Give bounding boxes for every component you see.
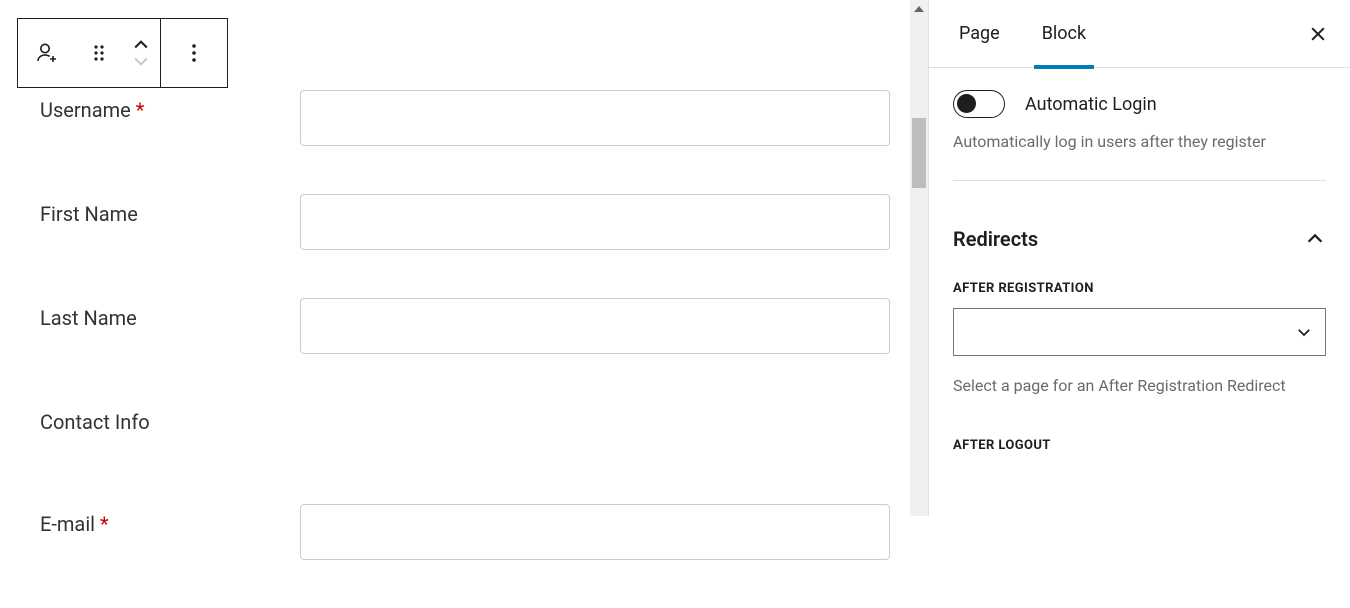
field-label: Username * <box>40 90 300 122</box>
more-vertical-icon <box>182 41 206 65</box>
field-label: First Name <box>40 194 300 226</box>
move-down-button[interactable] <box>129 53 153 69</box>
field-label: E-mail * <box>40 504 300 536</box>
editor-canvas: Username * First Name Last Name Contact … <box>0 0 910 516</box>
email-input[interactable] <box>300 504 890 560</box>
redirects-title: Redirects <box>953 227 1038 251</box>
form-fields: Username * First Name Last Name Contact … <box>40 90 890 608</box>
chevron-down-icon <box>131 54 151 68</box>
username-input[interactable] <box>300 90 890 146</box>
after-registration-help: Select a page for an After Registration … <box>953 374 1326 398</box>
drag-handle-button[interactable] <box>76 19 122 87</box>
firstname-input[interactable] <box>300 194 890 250</box>
field-username: Username * <box>40 90 890 146</box>
move-up-button[interactable] <box>129 37 153 53</box>
field-email: E-mail * <box>40 504 890 560</box>
field-firstname: First Name <box>40 194 890 250</box>
more-options-button[interactable] <box>161 19 227 87</box>
settings-sidebar: Page Block Automatic Login Automatically… <box>928 0 1350 516</box>
auto-login-label: Automatic Login <box>1025 94 1157 115</box>
triangle-up-icon <box>914 6 924 12</box>
toggle-knob <box>957 94 976 113</box>
lastname-input[interactable] <box>300 298 890 354</box>
chevron-down-icon <box>1295 323 1313 341</box>
chevron-up-icon <box>131 38 151 52</box>
tab-block[interactable]: Block <box>1028 0 1100 68</box>
sidebar-tabs: Page Block <box>929 0 1350 68</box>
after-logout-label: AFTER LOGOUT <box>953 438 1326 453</box>
after-registration-select[interactable] <box>953 308 1326 356</box>
block-type-button[interactable] <box>18 19 76 87</box>
drag-handle-icon <box>87 41 111 65</box>
required-marker: * <box>136 98 145 122</box>
close-sidebar-button[interactable] <box>1302 18 1334 50</box>
scrollbar-thumb[interactable] <box>912 118 926 188</box>
user-plus-icon <box>35 41 59 65</box>
redirects-panel-header[interactable]: Redirects <box>929 203 1350 263</box>
scrollbar[interactable] <box>910 0 928 516</box>
redirects-panel-body: AFTER REGISTRATION Select a page for an … <box>929 263 1350 453</box>
chevron-up-icon <box>1304 228 1326 250</box>
auto-login-help: Automatically log in users after they re… <box>953 130 1326 154</box>
scroll-up-arrow[interactable] <box>910 0 928 18</box>
auto-login-panel: Automatic Login Automatically log in use… <box>929 68 1350 203</box>
field-lastname: Last Name <box>40 298 890 354</box>
auto-login-toggle[interactable] <box>953 90 1005 118</box>
tab-page[interactable]: Page <box>945 0 1014 68</box>
field-contactinfo: Contact Info <box>40 402 890 434</box>
divider <box>953 180 1326 181</box>
block-toolbar <box>17 18 228 88</box>
field-label: Last Name <box>40 298 300 330</box>
field-label: Contact Info <box>40 402 300 434</box>
close-icon <box>1308 24 1328 44</box>
after-registration-label: AFTER REGISTRATION <box>953 281 1326 296</box>
